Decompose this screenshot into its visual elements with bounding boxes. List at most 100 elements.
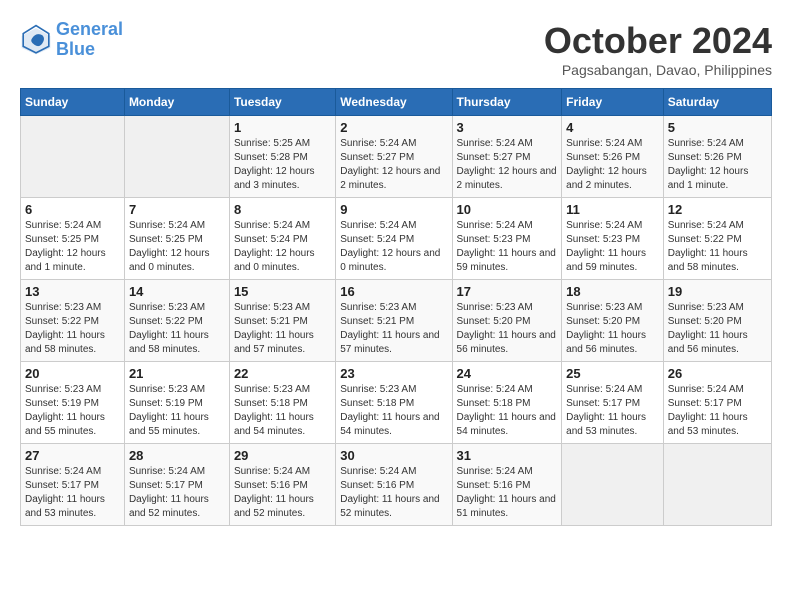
day-cell: 14Sunrise: 5:23 AM Sunset: 5:22 PM Dayli… [124, 280, 229, 362]
day-info: Sunrise: 5:24 AM Sunset: 5:18 PM Dayligh… [457, 383, 558, 439]
day-cell: 15 Sunrise: 5:23 AM Sunset: 5:21 PM Dayli… [229, 280, 335, 362]
day-cell [562, 444, 664, 526]
day-number: 9 [340, 202, 447, 217]
day-cell: 22 Sunrise: 5:23 AM Sunset: 5:18 PM Dayli… [229, 362, 335, 444]
day-cell: 3 Sunrise: 5:24 AM Sunset: 5:27 PM Daylig… [452, 116, 562, 198]
day-info: Sunrise: 5:24 AM Sunset: 5:23 PM Dayligh… [566, 219, 659, 275]
day-number: 18 [566, 284, 659, 299]
week-row-2: 6 Sunrise: 5:24 AM Sunset: 5:25 PM Daylig… [21, 198, 772, 280]
day-cell: 23 Sunrise: 5:23 AM Sunset: 5:18 PM Dayli… [336, 362, 452, 444]
week-row-4: 20Sunrise: 5:23 AM Sunset: 5:19 PM Dayli… [21, 362, 772, 444]
day-info: Sunrise: 5:24 AM Sunset: 5:17 PM Dayligh… [25, 465, 120, 521]
day-number: 30 [340, 448, 447, 463]
day-number: 6 [25, 202, 120, 217]
day-info: Sunrise: 5:24 AM Sunset: 5:26 PM Dayligh… [668, 137, 767, 193]
header-cell-sunday: Sunday [21, 89, 125, 116]
week-row-1: 1 Sunrise: 5:25 AM Sunset: 5:28 PM Daylig… [21, 116, 772, 198]
day-number: 23 [340, 366, 447, 381]
day-cell: 4Sunrise: 5:24 AM Sunset: 5:26 PM Daylig… [562, 116, 664, 198]
day-info: Sunrise: 5:24 AM Sunset: 5:24 PM Dayligh… [234, 219, 331, 275]
day-number: 26 [668, 366, 767, 381]
day-number: 11 [566, 202, 659, 217]
day-info: Sunrise: 5:24 AM Sunset: 5:17 PM Dayligh… [566, 383, 659, 439]
day-info: Sunrise: 5:23 AM Sunset: 5:18 PM Dayligh… [340, 383, 447, 439]
day-cell: 17 Sunrise: 5:23 AM Sunset: 5:20 PM Dayli… [452, 280, 562, 362]
logo-text: General Blue [56, 20, 123, 60]
day-number: 2 [340, 120, 447, 135]
day-number: 1 [234, 120, 331, 135]
day-cell: 20Sunrise: 5:23 AM Sunset: 5:19 PM Dayli… [21, 362, 125, 444]
day-info: Sunrise: 5:24 AM Sunset: 5:17 PM Dayligh… [668, 383, 767, 439]
day-number: 25 [566, 366, 659, 381]
day-cell [124, 116, 229, 198]
day-cell: 30 Sunrise: 5:24 AM Sunset: 5:16 PM Dayli… [336, 444, 452, 526]
day-cell: 7Sunrise: 5:24 AM Sunset: 5:25 PM Daylig… [124, 198, 229, 280]
day-number: 17 [457, 284, 558, 299]
day-info: Sunrise: 5:24 AM Sunset: 5:25 PM Dayligh… [25, 219, 120, 275]
day-number: 10 [457, 202, 558, 217]
header-cell-monday: Monday [124, 89, 229, 116]
day-number: 12 [668, 202, 767, 217]
page-header: General Blue October 2024 Pagsabangan, D… [20, 20, 772, 78]
week-row-3: 13Sunrise: 5:23 AM Sunset: 5:22 PM Dayli… [21, 280, 772, 362]
title-area: October 2024 Pagsabangan, Davao, Philipp… [544, 20, 772, 78]
day-cell: 2 Sunrise: 5:24 AM Sunset: 5:27 PM Daylig… [336, 116, 452, 198]
day-cell: 6 Sunrise: 5:24 AM Sunset: 5:25 PM Daylig… [21, 198, 125, 280]
day-cell: 19 Sunrise: 5:23 AM Sunset: 5:20 PM Dayli… [663, 280, 771, 362]
header-cell-thursday: Thursday [452, 89, 562, 116]
day-number: 27 [25, 448, 120, 463]
day-info: Sunrise: 5:23 AM Sunset: 5:21 PM Dayligh… [340, 301, 447, 357]
calendar-header-row: SundayMondayTuesdayWednesdayThursdayFrid… [21, 89, 772, 116]
week-row-5: 27 Sunrise: 5:24 AM Sunset: 5:17 PM Dayli… [21, 444, 772, 526]
day-number: 19 [668, 284, 767, 299]
day-number: 5 [668, 120, 767, 135]
day-info: Sunrise: 5:24 AM Sunset: 5:27 PM Dayligh… [340, 137, 447, 193]
main-title: October 2024 [544, 20, 772, 62]
day-info: Sunrise: 5:23 AM Sunset: 5:20 PM Dayligh… [566, 301, 659, 357]
day-number: 16 [340, 284, 447, 299]
calendar-table: SundayMondayTuesdayWednesdayThursdayFrid… [20, 88, 772, 526]
day-info: Sunrise: 5:23 AM Sunset: 5:20 PM Dayligh… [457, 301, 558, 357]
header-cell-friday: Friday [562, 89, 664, 116]
day-info: Sunrise: 5:24 AM Sunset: 5:16 PM Dayligh… [340, 465, 447, 521]
day-cell: 26 Sunrise: 5:24 AM Sunset: 5:17 PM Dayli… [663, 362, 771, 444]
day-info: Sunrise: 5:23 AM Sunset: 5:18 PM Dayligh… [234, 383, 331, 439]
day-info: Sunrise: 5:24 AM Sunset: 5:23 PM Dayligh… [457, 219, 558, 275]
day-info: Sunrise: 5:25 AM Sunset: 5:28 PM Dayligh… [234, 137, 331, 193]
day-info: Sunrise: 5:24 AM Sunset: 5:22 PM Dayligh… [668, 219, 767, 275]
day-info: Sunrise: 5:23 AM Sunset: 5:20 PM Dayligh… [668, 301, 767, 357]
day-cell: 25 Sunrise: 5:24 AM Sunset: 5:17 PM Dayli… [562, 362, 664, 444]
day-number: 21 [129, 366, 225, 381]
day-cell: 21Sunrise: 5:23 AM Sunset: 5:19 PM Dayli… [124, 362, 229, 444]
day-info: Sunrise: 5:23 AM Sunset: 5:22 PM Dayligh… [129, 301, 225, 357]
day-number: 3 [457, 120, 558, 135]
day-info: Sunrise: 5:24 AM Sunset: 5:26 PM Dayligh… [566, 137, 659, 193]
day-cell: 27 Sunrise: 5:24 AM Sunset: 5:17 PM Dayli… [21, 444, 125, 526]
day-cell: 5 Sunrise: 5:24 AM Sunset: 5:26 PM Daylig… [663, 116, 771, 198]
day-cell: 18 Sunrise: 5:23 AM Sunset: 5:20 PM Dayli… [562, 280, 664, 362]
day-cell [663, 444, 771, 526]
logo: General Blue [20, 20, 123, 60]
logo-icon [20, 24, 52, 56]
day-cell: 16 Sunrise: 5:23 AM Sunset: 5:21 PM Dayli… [336, 280, 452, 362]
day-cell: 11 Sunrise: 5:24 AM Sunset: 5:23 PM Dayli… [562, 198, 664, 280]
day-number: 20 [25, 366, 120, 381]
subtitle: Pagsabangan, Davao, Philippines [544, 62, 772, 78]
day-info: Sunrise: 5:24 AM Sunset: 5:25 PM Dayligh… [129, 219, 225, 275]
logo-line2: Blue [56, 39, 95, 59]
day-cell [21, 116, 125, 198]
day-cell: 12 Sunrise: 5:24 AM Sunset: 5:22 PM Dayli… [663, 198, 771, 280]
day-cell: 29Sunrise: 5:24 AM Sunset: 5:16 PM Dayli… [229, 444, 335, 526]
day-info: Sunrise: 5:23 AM Sunset: 5:21 PM Dayligh… [234, 301, 331, 357]
day-info: Sunrise: 5:24 AM Sunset: 5:16 PM Dayligh… [234, 465, 331, 521]
header-cell-saturday: Saturday [663, 89, 771, 116]
day-info: Sunrise: 5:24 AM Sunset: 5:27 PM Dayligh… [457, 137, 558, 193]
day-number: 15 [234, 284, 331, 299]
day-cell: 9Sunrise: 5:24 AM Sunset: 5:24 PM Daylig… [336, 198, 452, 280]
day-number: 22 [234, 366, 331, 381]
header-cell-tuesday: Tuesday [229, 89, 335, 116]
logo-line1: General [56, 19, 123, 39]
day-number: 31 [457, 448, 558, 463]
day-info: Sunrise: 5:24 AM Sunset: 5:16 PM Dayligh… [457, 465, 558, 521]
day-cell: 24Sunrise: 5:24 AM Sunset: 5:18 PM Dayli… [452, 362, 562, 444]
